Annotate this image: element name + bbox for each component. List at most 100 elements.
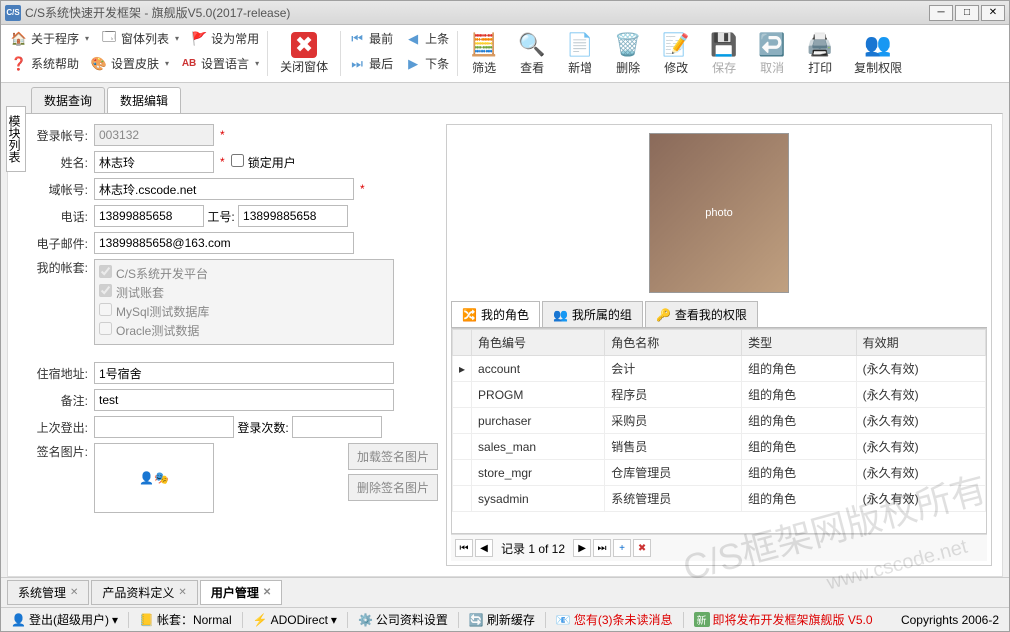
sb-ado[interactable]: ⚡ADODirect▾: [249, 613, 341, 627]
tab-data-query[interactable]: 数据查询: [31, 87, 105, 113]
addr-field[interactable]: [94, 362, 394, 384]
cancel-icon: ↩️: [758, 31, 786, 59]
prev-button[interactable]: ◀上条: [399, 27, 455, 50]
print-icon: 🖨️: [806, 31, 834, 59]
maximize-button[interactable]: □: [955, 5, 979, 21]
save-button[interactable]: 💾保存: [700, 27, 748, 80]
col-code[interactable]: 角色编号: [472, 330, 605, 356]
lbl-logincount: 登录次数:: [237, 419, 288, 436]
email-field[interactable]: [94, 232, 354, 254]
bot-tab-product[interactable]: 产品资料定义✕: [91, 580, 197, 605]
close-window-button[interactable]: ✖关闭窗体: [270, 27, 338, 80]
nav-del[interactable]: ✖: [633, 539, 651, 557]
col-type[interactable]: 类型: [742, 330, 856, 356]
col-valid[interactable]: 有效期: [856, 330, 985, 356]
delete-button[interactable]: 🗑️删除: [604, 27, 652, 80]
sub-tab-perms[interactable]: 🔑查看我的权限: [645, 301, 758, 327]
col-name[interactable]: 角色名称: [605, 330, 742, 356]
roles-grid[interactable]: 角色编号 角色名称 类型 有效期 ▸account会计组的角色(永久有效)PRO…: [451, 328, 987, 534]
sb-account-set[interactable]: 📒帐套：Normal: [135, 611, 236, 628]
print-button[interactable]: 🖨️打印: [796, 27, 844, 80]
side-tab-modules[interactable]: 模块列表: [6, 106, 26, 172]
lastlogin-field[interactable]: [94, 416, 234, 438]
lbl-lastlogin: 上次登出:: [18, 419, 88, 436]
close-button[interactable]: ✕: [981, 5, 1005, 21]
sb-release[interactable]: 新即将发布开发框架旗舰版 V5.0: [690, 611, 877, 628]
minimize-button[interactable]: ─: [929, 5, 953, 21]
nav-add[interactable]: +: [613, 539, 631, 557]
nav-last[interactable]: ⏭: [593, 539, 611, 557]
language-button[interactable]: AB设置语言▾: [175, 52, 265, 75]
view-button[interactable]: 🔍查看: [508, 27, 556, 80]
edit-icon: 📝: [662, 31, 690, 59]
tab-data-edit[interactable]: 数据编辑: [107, 87, 181, 113]
help-icon: ❓: [11, 56, 27, 72]
lock-user-checkbox[interactable]: 锁定用户: [231, 154, 295, 171]
nav-first[interactable]: ⏮: [455, 539, 473, 557]
first-icon: ⏮: [349, 31, 365, 47]
user-photo: photo: [649, 133, 789, 293]
name-field[interactable]: [94, 151, 214, 173]
nav-next[interactable]: ▶: [573, 539, 591, 557]
close-window-icon: ✖: [291, 32, 317, 58]
sub-tab-roles[interactable]: 🔀我的角色: [451, 301, 540, 327]
filter-icon: 🧮: [470, 31, 498, 59]
users-icon: 👥: [864, 31, 892, 59]
close-tab-icon[interactable]: ✕: [263, 587, 271, 598]
help-button[interactable]: ❓系统帮助: [5, 52, 85, 75]
lbl-account: 登录帐号:: [18, 127, 88, 144]
set-favorite-button[interactable]: 🚩设为常用: [185, 27, 265, 50]
load-signature-button[interactable]: 加载签名图片: [348, 443, 438, 470]
sub-tab-groups[interactable]: 👥我所属的组: [542, 301, 643, 327]
account-field[interactable]: [94, 124, 214, 146]
home-icon: 🏠: [11, 31, 27, 47]
person-icon: 👤🎭: [139, 471, 169, 485]
sb-unread[interactable]: 📧您有(3)条未读消息: [552, 611, 677, 628]
phone-field[interactable]: [94, 205, 204, 227]
first-button[interactable]: ⏮最前: [343, 27, 399, 50]
next-button[interactable]: ▶下条: [399, 52, 455, 75]
logincount-field[interactable]: [292, 416, 382, 438]
add-button[interactable]: 📄新增: [556, 27, 604, 80]
table-row[interactable]: ▸account会计组的角色(永久有效): [453, 356, 986, 382]
table-row[interactable]: PROGM程序员组的角色(永久有效): [453, 382, 986, 408]
table-row[interactable]: purchaser采购员组的角色(永久有效): [453, 408, 986, 434]
lbl-domain: 域帐号:: [18, 181, 88, 198]
edit-button[interactable]: 📝修改: [652, 27, 700, 80]
lbl-sign: 签名图片:: [18, 443, 88, 460]
close-tab-icon[interactable]: ✕: [178, 587, 186, 598]
account-set-list[interactable]: C/S系统开发平台 测试账套 MySql测试数据库 Oracle测试数据: [94, 259, 394, 345]
cancel-button[interactable]: ↩️取消: [748, 27, 796, 80]
bot-tab-system[interactable]: 系统管理✕: [7, 580, 89, 605]
delete-signature-button[interactable]: 删除签名图片: [348, 474, 438, 501]
remark-field[interactable]: [94, 389, 394, 411]
sb-company[interactable]: ⚙️公司资料设置: [354, 611, 452, 628]
workno-field[interactable]: [238, 205, 348, 227]
sub-tabs: 🔀我的角色 👥我所属的组 🔑查看我的权限: [451, 301, 987, 328]
about-button[interactable]: 🏠关于程序▾: [5, 27, 95, 50]
add-icon: 📄: [566, 31, 594, 59]
last-button[interactable]: ⏭最后: [343, 52, 399, 75]
toolbar: 🏠关于程序▾ 🗔窗体列表▾ 🚩设为常用 ❓系统帮助 🎨设置皮肤▾ AB设置语言▾…: [1, 25, 1009, 83]
filter-button[interactable]: 🧮筛选: [460, 27, 508, 80]
lang-icon: AB: [181, 56, 197, 72]
nav-prev[interactable]: ◀: [475, 539, 493, 557]
sb-refresh[interactable]: 🔄刷新缓存: [465, 611, 539, 628]
copy-perm-button[interactable]: 👥复制权限: [844, 27, 912, 80]
main-tabs: 数据查询 数据编辑: [1, 83, 1009, 113]
detail-panel: photo 🔀我的角色 👥我所属的组 🔑查看我的权限 角色编号 角色名称 类型 …: [446, 124, 992, 566]
table-row[interactable]: sales_man销售员组的角色(永久有效): [453, 434, 986, 460]
table-row[interactable]: store_mgr仓库管理员组的角色(永久有效): [453, 460, 986, 486]
domain-field[interactable]: [94, 178, 354, 200]
sb-logout[interactable]: 👤登出(超级用户)▾: [7, 611, 122, 628]
window-list-button[interactable]: 🗔窗体列表▾: [95, 27, 185, 50]
lbl-accounts: 我的帐套:: [18, 259, 88, 276]
save-icon: 💾: [710, 31, 738, 59]
close-tab-icon[interactable]: ✕: [70, 587, 78, 598]
skin-icon: 🎨: [91, 56, 107, 72]
bot-tab-user[interactable]: 用户管理✕: [200, 580, 282, 605]
flag-icon: 🚩: [191, 31, 207, 47]
table-row[interactable]: sysadmin系统管理员组的角色(永久有效): [453, 486, 986, 512]
lbl-remark: 备注:: [18, 392, 88, 409]
skin-button[interactable]: 🎨设置皮肤▾: [85, 52, 175, 75]
